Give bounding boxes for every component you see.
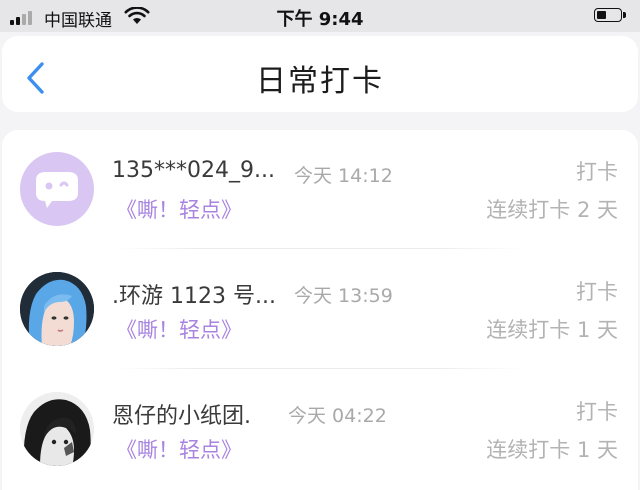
checkin-list: 135***024_9... 今天 14:12 《嘶！轻点》 打卡 连续打卡 2… — [2, 130, 638, 490]
checkin-time: 今天 04:22 — [288, 405, 387, 427]
navigation-bar: 日常打卡 — [2, 36, 638, 112]
avatar[interactable] — [20, 152, 94, 226]
monochrome-portrait — [20, 392, 94, 466]
user-name: 135***024_9... — [112, 158, 275, 183]
checkin-label: 打卡 — [576, 400, 618, 424]
checkin-time: 今天 13:59 — [294, 285, 393, 307]
checkin-label: 打卡 — [576, 160, 618, 184]
book-title-link[interactable]: 《嘶！轻点》 — [116, 314, 242, 344]
chat-bubble-icon — [36, 172, 78, 208]
streak-count: 连续打卡 1 天 — [486, 318, 618, 342]
book-title-link[interactable]: 《嘶！轻点》 — [116, 434, 242, 464]
divider — [114, 368, 524, 369]
avatar[interactable] — [20, 392, 94, 466]
user-name: 恩仔的小纸团. — [112, 404, 251, 429]
list-item[interactable]: .环游 1123 号... 今天 13:59 《嘶！轻点》 打卡 连续打卡 1 … — [2, 250, 638, 368]
page-title: 日常打卡 — [256, 64, 384, 99]
blue-hair-portrait — [20, 272, 94, 346]
streak-count: 连续打卡 1 天 — [486, 438, 618, 462]
user-name: .环游 1123 号... — [112, 284, 276, 309]
battery-icon — [594, 8, 628, 24]
status-bar: 中国联通 下午 9:44 — [0, 0, 640, 32]
streak-count: 连续打卡 2 天 — [486, 198, 618, 222]
list-item[interactable]: 恩仔的小纸团. 今天 04:22 《嘶！轻点》 打卡 连续打卡 1 天 — [2, 370, 638, 488]
checkin-time: 今天 14:12 — [294, 165, 393, 187]
status-time: 下午 9:44 — [276, 9, 364, 30]
avatar[interactable] — [20, 272, 94, 346]
list-item[interactable]: 135***024_9... 今天 14:12 《嘶！轻点》 打卡 连续打卡 2… — [2, 130, 638, 248]
checkin-label: 打卡 — [576, 280, 618, 304]
book-title-link[interactable]: 《嘶！轻点》 — [116, 194, 242, 224]
divider — [114, 248, 524, 249]
